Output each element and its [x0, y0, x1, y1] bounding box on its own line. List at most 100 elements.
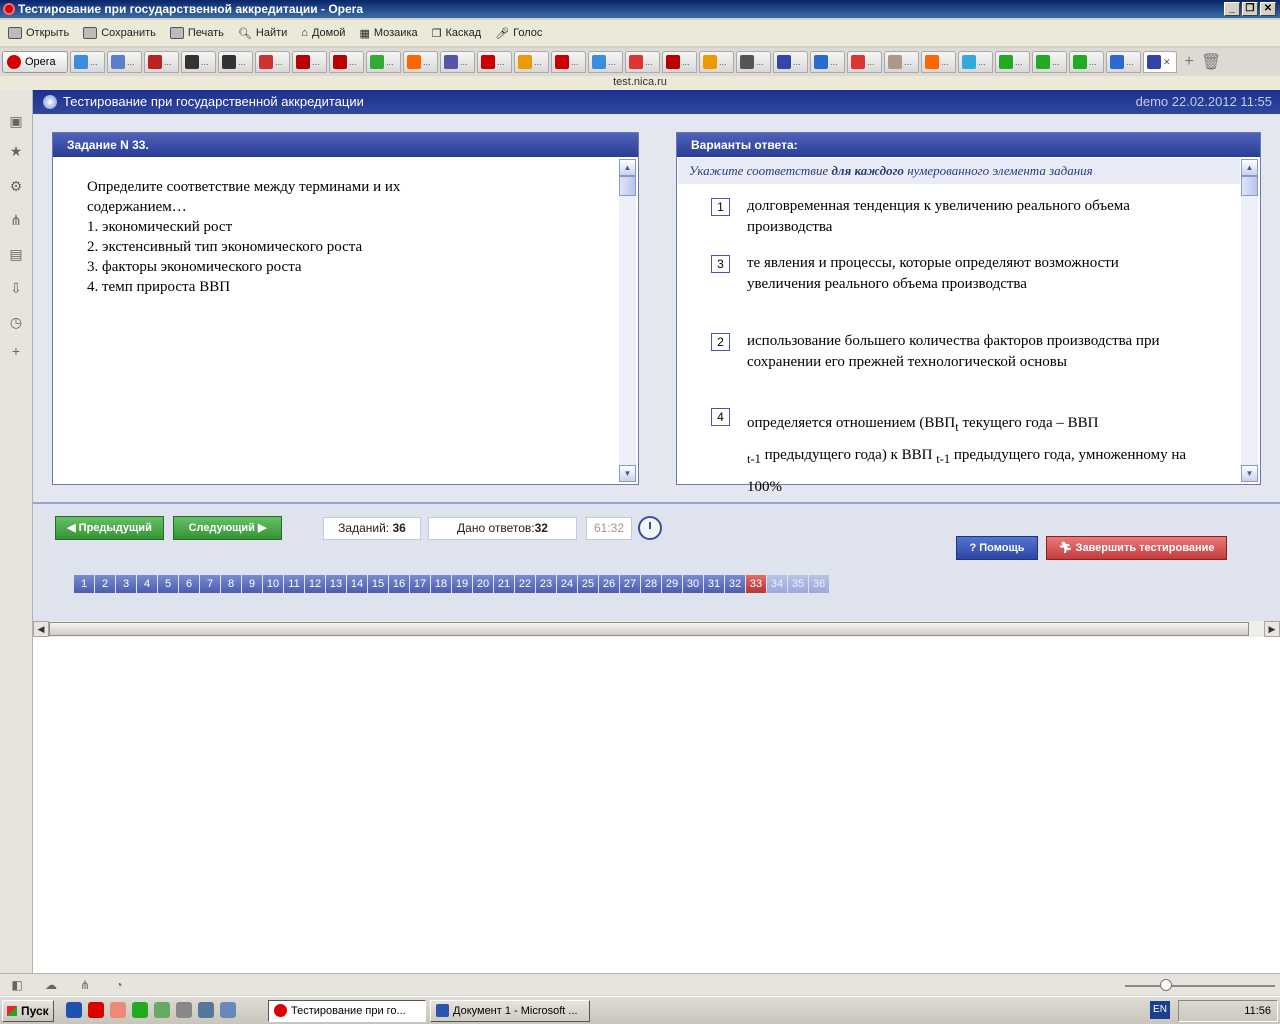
- page-button[interactable]: 3: [116, 575, 136, 593]
- speed-dial-icon[interactable]: ▣: [9, 114, 23, 128]
- question-scrollbar[interactable]: ▲ ▼: [619, 159, 636, 482]
- page-button[interactable]: 23: [536, 575, 556, 593]
- tab[interactable]: ...: [514, 51, 549, 73]
- find-button[interactable]: 🔍︎ Найти: [238, 27, 287, 40]
- utorrent-icon[interactable]: [132, 1002, 148, 1018]
- tab[interactable]: ...: [218, 51, 253, 73]
- scroll-up-icon[interactable]: ▲: [619, 159, 636, 176]
- add-panel-icon[interactable]: +: [9, 344, 23, 358]
- tab[interactable]: ...: [366, 51, 401, 73]
- page-button[interactable]: 29: [662, 575, 682, 593]
- history-clock-icon[interactable]: ◷: [9, 315, 23, 329]
- page-button[interactable]: 13: [326, 575, 346, 593]
- page-button[interactable]: 4: [137, 575, 157, 593]
- answers-scrollbar[interactable]: ▲ ▼: [1241, 159, 1258, 482]
- tab[interactable]: ...: [921, 51, 956, 73]
- notes-icon[interactable]: ▤: [9, 247, 23, 261]
- tab[interactable]: ...: [255, 51, 290, 73]
- tab-active[interactable]: ✕: [1143, 51, 1177, 73]
- tab[interactable]: ...: [662, 51, 697, 73]
- page-button[interactable]: 14: [347, 575, 367, 593]
- page-button[interactable]: 33: [746, 575, 766, 593]
- turbo-icon[interactable]: ◔: [112, 978, 126, 992]
- download-icon[interactable]: ⇩: [9, 281, 23, 295]
- zoom-slider[interactable]: [1125, 985, 1275, 987]
- tab[interactable]: ...: [329, 51, 364, 73]
- tab[interactable]: ...: [884, 51, 919, 73]
- tab[interactable]: ...: [810, 51, 845, 73]
- page-button[interactable]: 22: [515, 575, 535, 593]
- gear-icon[interactable]: ⚙: [9, 179, 23, 193]
- panel-toggle-icon[interactable]: ◧: [10, 978, 24, 992]
- scroll-down-icon[interactable]: ▼: [619, 465, 636, 482]
- page-button[interactable]: 25: [578, 575, 598, 593]
- scroll-thumb[interactable]: [1241, 176, 1258, 196]
- page-button[interactable]: 12: [305, 575, 325, 593]
- calc-icon[interactable]: [198, 1002, 214, 1018]
- tab[interactable]: ...: [107, 51, 142, 73]
- page-button[interactable]: 30: [683, 575, 703, 593]
- app-icon[interactable]: [154, 1002, 170, 1018]
- answer-number-input[interactable]: 2: [711, 333, 730, 351]
- opera-menu-button[interactable]: Opera: [2, 51, 68, 73]
- tab[interactable]: ...: [625, 51, 660, 73]
- page-button[interactable]: 20: [473, 575, 493, 593]
- save-button[interactable]: Сохранить: [83, 27, 156, 39]
- tab[interactable]: ...: [403, 51, 438, 73]
- page-button[interactable]: 8: [221, 575, 241, 593]
- restore-button[interactable]: ❐: [1242, 2, 1258, 16]
- start-button[interactable]: Пуск: [2, 1000, 54, 1022]
- page-button[interactable]: 19: [452, 575, 472, 593]
- firefox-icon[interactable]: [110, 1002, 126, 1018]
- scroll-down-icon[interactable]: ▼: [1241, 465, 1258, 482]
- media-icon[interactable]: [176, 1002, 192, 1018]
- scroll-left-icon[interactable]: ◀: [33, 621, 49, 637]
- cascade-button[interactable]: ❐ Каскад: [432, 27, 482, 40]
- tab[interactable]: ...: [551, 51, 586, 73]
- tab[interactable]: ...: [588, 51, 623, 73]
- scroll-thumb[interactable]: [619, 176, 636, 196]
- finish-test-button[interactable]: 🏃︎ Завершить тестирование: [1046, 536, 1227, 560]
- mosaic-button[interactable]: ▦ Мозаика: [359, 27, 417, 40]
- tab[interactable]: ...: [292, 51, 327, 73]
- print-button[interactable]: Печать: [169, 27, 224, 39]
- page-button[interactable]: 10: [263, 575, 283, 593]
- page-button[interactable]: 5: [158, 575, 178, 593]
- page-button[interactable]: 34: [767, 575, 787, 593]
- network-icon[interactable]: ⋔: [78, 978, 92, 992]
- page-button[interactable]: 7: [200, 575, 220, 593]
- tab[interactable]: ...: [477, 51, 512, 73]
- page-button[interactable]: 31: [704, 575, 724, 593]
- answer-number-input[interactable]: 4: [711, 408, 730, 426]
- page-button[interactable]: 17: [410, 575, 430, 593]
- next-button[interactable]: Следующий ▶: [173, 516, 282, 540]
- page-button[interactable]: 15: [368, 575, 388, 593]
- hscroll-thumb[interactable]: [49, 622, 1249, 636]
- taskbar-task-opera[interactable]: Тестирование при го...: [268, 1000, 426, 1022]
- page-button[interactable]: 6: [179, 575, 199, 593]
- tab[interactable]: ...: [736, 51, 771, 73]
- page-hscrollbar[interactable]: ◀ ▶: [33, 621, 1280, 637]
- scroll-up-icon[interactable]: ▲: [1241, 159, 1258, 176]
- tab[interactable]: ...: [70, 51, 105, 73]
- page-button[interactable]: 36: [809, 575, 829, 593]
- tab[interactable]: ...: [144, 51, 179, 73]
- page-button[interactable]: 27: [620, 575, 640, 593]
- language-indicator[interactable]: EN: [1150, 1001, 1170, 1019]
- open-button[interactable]: Открыть: [8, 27, 69, 39]
- taskbar-task-word[interactable]: Документ 1 - Microsoft ...: [430, 1000, 590, 1022]
- cloud-icon[interactable]: ☁: [44, 978, 58, 992]
- new-tab-button[interactable]: +: [1179, 53, 1199, 71]
- tab[interactable]: ...: [773, 51, 808, 73]
- page-button[interactable]: 28: [641, 575, 661, 593]
- close-button[interactable]: ✕: [1260, 2, 1276, 16]
- home-button[interactable]: ⌂ Домой: [301, 27, 345, 39]
- tab[interactable]: ...: [1069, 51, 1104, 73]
- bookmarks-star-icon[interactable]: ★: [9, 144, 23, 158]
- zoom-knob[interactable]: [1160, 979, 1172, 991]
- page-button[interactable]: 24: [557, 575, 577, 593]
- tab[interactable]: ...: [847, 51, 882, 73]
- page-button[interactable]: 9: [242, 575, 262, 593]
- page-button[interactable]: 16: [389, 575, 409, 593]
- page-button[interactable]: 2: [95, 575, 115, 593]
